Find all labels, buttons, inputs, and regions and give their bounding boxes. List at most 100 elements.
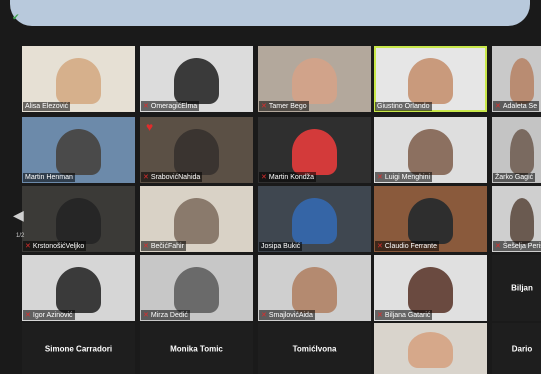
participant-name: KrstonošićVeljko xyxy=(32,243,85,250)
mic-muted-icon: ✕ xyxy=(377,243,383,250)
participant-video xyxy=(173,197,220,245)
participant-video xyxy=(407,197,454,245)
participant-tile[interactable]: ✕ Biljana Gatarić xyxy=(374,255,487,321)
participant-name: Martin Henman xyxy=(25,174,73,181)
participant-tile[interactable]: Monika Tomic xyxy=(140,323,253,374)
mic-muted-icon: ✕ xyxy=(261,174,267,181)
participant-tile[interactable]: Giustino Orlando xyxy=(374,46,487,112)
participant-label: ✕ BečićFahir xyxy=(141,241,186,251)
participant-name: Alisa Elezović xyxy=(25,103,69,110)
participant-tile[interactable]: Josipa Bukić xyxy=(258,186,371,252)
participant-label: ✕ Adaleta Se xyxy=(493,101,540,111)
participant-video xyxy=(173,57,220,105)
participant-label: Martin Henman xyxy=(23,173,75,182)
mic-muted-icon: ✕ xyxy=(495,103,501,110)
participant-tile[interactable]: Biljan xyxy=(492,255,541,321)
participant-name: Šešelja Perišić xyxy=(502,243,541,250)
participant-name: Igor Azinović xyxy=(32,312,73,319)
participant-tile[interactable]: ✕ Adaleta Se xyxy=(492,46,541,112)
participant-video xyxy=(55,128,102,176)
mic-muted-icon: ✕ xyxy=(495,243,501,250)
participant-name: OmeragićElma xyxy=(150,103,198,110)
mic-muted-icon: ✕ xyxy=(143,312,149,319)
participant-name: Simone Carradori xyxy=(44,344,113,353)
participant-tile[interactable]: ✕ Luigi Menghini xyxy=(374,117,487,183)
participant-label: Alisa Elezović xyxy=(23,102,71,111)
participant-name: SrabovićNahida xyxy=(150,174,201,181)
participant-label: ✕ Martin Kondža xyxy=(259,172,317,182)
participant-name: Martin Kondža xyxy=(268,174,315,181)
page-indicator: 1/2 xyxy=(16,233,25,239)
participant-name: Biljana Gatarić xyxy=(384,312,431,319)
participant-video xyxy=(291,57,338,105)
participant-tile[interactable]: ✕ BečićFahir xyxy=(140,186,253,252)
participant-name: Žarko Gagić xyxy=(495,174,534,181)
participant-video xyxy=(291,266,338,314)
participant-video xyxy=(510,57,534,105)
mic-muted-icon: ✕ xyxy=(143,243,149,250)
participant-video xyxy=(55,197,102,245)
mic-muted-icon: ✕ xyxy=(377,312,383,319)
participant-label: ✕ Biljana Gatarić xyxy=(375,310,433,320)
participant-video xyxy=(510,197,534,245)
participant-video xyxy=(291,197,338,245)
participant-tile[interactable]: ✕ Mirza Dedić xyxy=(140,255,253,321)
participant-video xyxy=(407,128,454,176)
participant-label: ✕ Luigi Menghini xyxy=(375,172,433,182)
heart-icon: ♥ xyxy=(146,120,154,134)
participant-name: Mirza Dedić xyxy=(150,312,188,319)
mic-muted-icon: ✕ xyxy=(261,103,267,110)
participant-tile[interactable]: Martin Henman xyxy=(22,117,135,183)
participant-name: BečićFahir xyxy=(150,243,184,250)
chevron-left-icon[interactable]: ◀ xyxy=(13,207,24,224)
participant-tile[interactable]: TomićIvona xyxy=(258,323,371,374)
participant-tile[interactable]: ✕ Claudio Ferrante xyxy=(374,186,487,252)
participant-label: ✕ Claudio Ferrante xyxy=(375,241,440,251)
mic-muted-icon: ✕ xyxy=(143,103,149,110)
participant-name: TomićIvona xyxy=(292,344,337,353)
participant-tile[interactable] xyxy=(374,323,487,374)
participant-tile[interactable]: Simone Carradori xyxy=(22,323,135,374)
participant-label: ✕ Mirza Dedić xyxy=(141,310,190,320)
participant-label: ✕ SrabovićNahida xyxy=(141,172,203,182)
participant-name: Dario xyxy=(511,344,533,353)
participant-tile[interactable]: ✕ Martin Kondža xyxy=(258,117,371,183)
mic-muted-icon: ✕ xyxy=(143,174,149,181)
participant-label: Josipa Bukić xyxy=(259,242,303,251)
participant-video xyxy=(407,57,454,105)
mic-muted-icon: ✕ xyxy=(377,174,383,181)
participant-label: ✕ OmeragićElma xyxy=(141,101,200,111)
participant-label: Žarko Gagić xyxy=(493,173,536,182)
participant-video xyxy=(291,128,338,176)
participant-tile[interactable]: Alisa Elezović xyxy=(22,46,135,112)
participant-name: Claudio Ferrante xyxy=(384,243,438,250)
participant-video xyxy=(55,57,102,105)
participant-name: Biljan xyxy=(511,283,533,293)
participant-tile[interactable]: ✕ Igor Azinović xyxy=(22,255,135,321)
participant-video xyxy=(407,332,454,368)
participant-label: ✕ Tamer Bego xyxy=(259,101,309,111)
participant-tile[interactable]: Dario xyxy=(492,323,541,374)
participant-video xyxy=(173,266,220,314)
participant-label: ✕ SmajlovićAida xyxy=(259,310,315,320)
participant-label: ✕ Igor Azinović xyxy=(23,310,75,320)
mic-muted-icon: ✕ xyxy=(25,243,31,250)
check-icon: ✔ xyxy=(12,12,20,22)
participant-label: Giustino Orlando xyxy=(375,102,432,111)
participant-name: Giustino Orlando xyxy=(377,103,430,110)
participant-video xyxy=(173,128,220,176)
participant-tile[interactable]: ✕ SrabovićNahida ♥ xyxy=(140,117,253,183)
participant-tile[interactable]: Žarko Gagić xyxy=(492,117,541,183)
participant-tile[interactable]: ✕ Tamer Bego xyxy=(258,46,371,112)
participant-name: Luigi Menghini xyxy=(384,174,431,181)
participant-tile[interactable]: ✕ SmajlovićAida xyxy=(258,255,371,321)
participant-tile[interactable]: ✕Šešelja Perišić xyxy=(492,186,541,252)
participant-name: Monika Tomic xyxy=(170,344,223,353)
participant-video xyxy=(407,266,454,314)
top-bar xyxy=(10,0,530,26)
mic-muted-icon: ✕ xyxy=(261,312,267,319)
participant-label: ✕Šešelja Perišić xyxy=(493,241,541,251)
participant-name: Adaleta Se xyxy=(502,103,538,110)
participant-tile[interactable]: ✕ OmeragićElma xyxy=(140,46,253,112)
participant-tile[interactable]: ✕ KrstonošićVeljko xyxy=(22,186,135,252)
